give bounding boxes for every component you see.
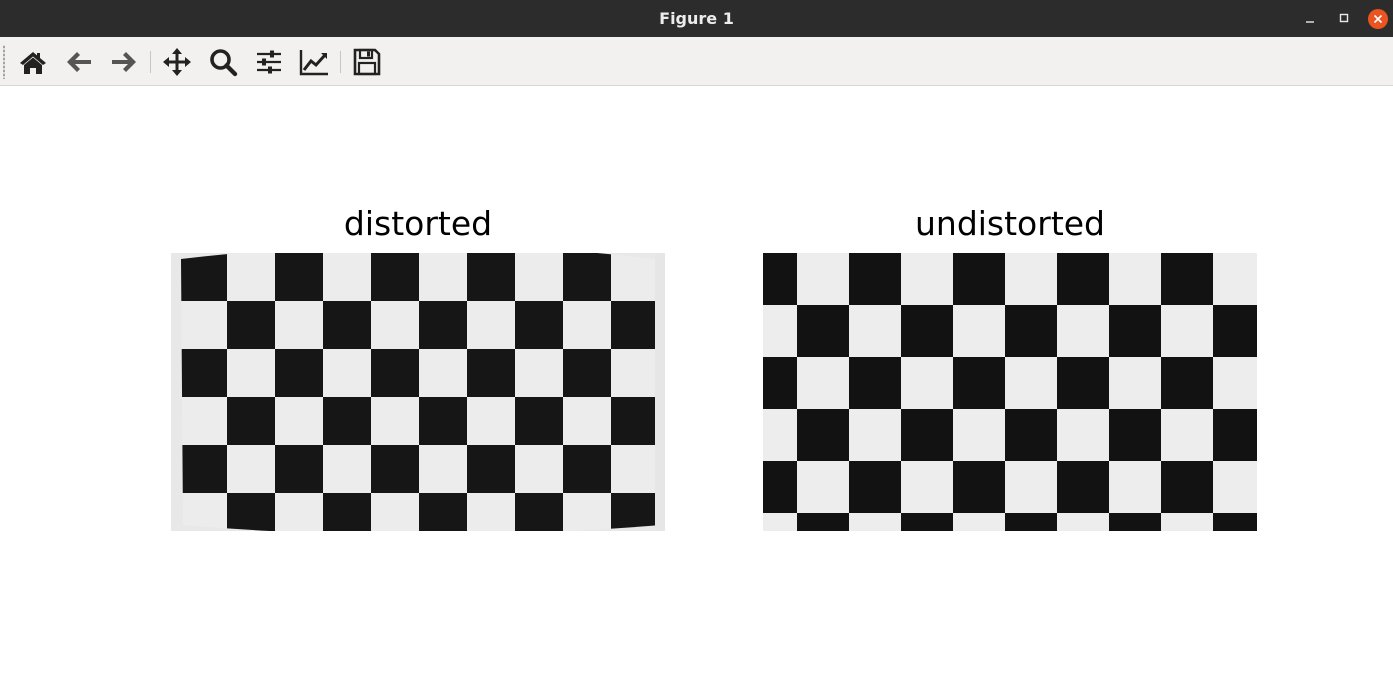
home-icon[interactable] <box>17 46 49 78</box>
edit-axis-icon[interactable] <box>298 46 330 78</box>
zoom-magnifier-icon[interactable] <box>207 46 239 78</box>
toolbar-grip-handle[interactable] <box>3 45 5 79</box>
maximize-icon[interactable] <box>1334 9 1354 29</box>
pan-move-icon[interactable] <box>161 46 193 78</box>
distorted-chessboard-image <box>171 253 665 531</box>
figure-canvas[interactable]: distorted undistorted <box>0 88 1393 685</box>
minimize-icon[interactable] <box>1300 9 1320 29</box>
toolbar-separator <box>340 51 341 73</box>
close-icon[interactable] <box>1368 9 1388 29</box>
window-title: Figure 1 <box>659 9 734 28</box>
window-titlebar: Figure 1 <box>0 0 1393 37</box>
axes-title-distorted: distorted <box>343 204 493 243</box>
axes-title-undistorted: undistorted <box>914 204 1106 243</box>
undistorted-chessboard-image <box>763 253 1257 531</box>
configure-subplots-icon[interactable] <box>253 46 285 78</box>
back-arrow-icon[interactable] <box>63 46 95 78</box>
navigation-toolbar <box>0 37 1393 86</box>
save-floppy-icon[interactable] <box>351 46 383 78</box>
forward-arrow-icon[interactable] <box>108 46 140 78</box>
toolbar-separator <box>150 51 151 73</box>
